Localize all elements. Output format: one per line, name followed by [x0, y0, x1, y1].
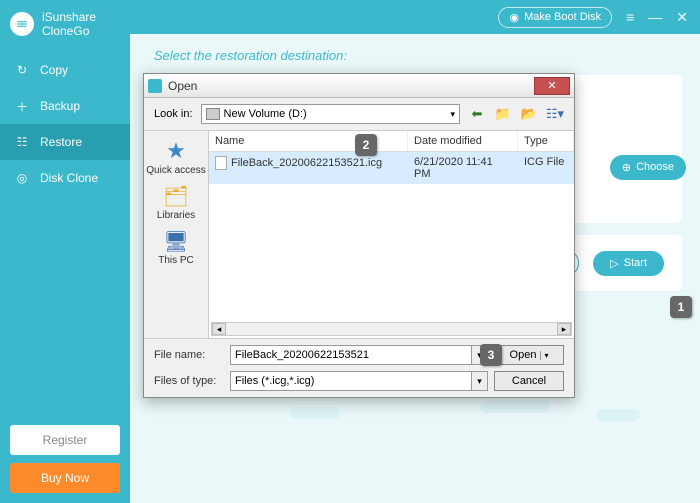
make-boot-disk-button[interactable]: ◉ Make Boot Disk [498, 7, 612, 28]
brand-text: iSunshareCloneGo [42, 10, 96, 38]
filetype-value [231, 372, 471, 390]
dialog-close-button[interactable]: ✕ [534, 77, 570, 95]
label: Make Boot Disk [524, 11, 601, 23]
file-row[interactable]: FileBack_20200622153521.icg 6/21/2020 11… [209, 152, 574, 184]
choose-button[interactable]: ⊕ Choose [610, 155, 686, 180]
subtitle: Select the restoration destination: [130, 34, 700, 71]
star-icon: ★ [162, 139, 190, 163]
menu-icon[interactable]: ≡ [626, 9, 634, 25]
file-date: 6/21/2020 11:41 PM [408, 152, 518, 184]
landscape-deco [260, 397, 700, 447]
newfolder-icon[interactable]: 📂 [520, 105, 538, 123]
cancel-button[interactable]: Cancel [494, 371, 564, 391]
nav-label: Disk Clone [40, 171, 98, 185]
open-dialog: Open ✕ Look in: New Volume (D:) ▾ ⬅ 📁 📂 … [143, 73, 575, 398]
disk-icon: ◉ [509, 11, 519, 24]
logo: iSunshareCloneGo [0, 0, 130, 52]
scroll-left-icon[interactable]: ◂ [212, 323, 226, 335]
places-bar: ★Quick access 🗂Libraries 🖥This PC [144, 131, 208, 338]
nav-backup[interactable]: ＋ Backup [0, 88, 130, 124]
place-thispc[interactable]: 🖥This PC [158, 229, 194, 266]
chevron-down-icon[interactable]: ▾ [540, 351, 548, 360]
lookin-label: Look in: [154, 108, 193, 120]
sidebar: iSunshareCloneGo ↻ Copy ＋ Backup ☷ Restore … [0, 0, 130, 503]
col-type: Type [518, 131, 574, 151]
label: Choose [636, 161, 674, 173]
nav-label: Backup [40, 99, 80, 113]
chevron-down-icon[interactable]: ▾ [471, 372, 487, 390]
nav-copy[interactable]: ↻ Copy [0, 52, 130, 88]
close-icon[interactable]: ✕ [676, 9, 688, 26]
scroll-right-icon[interactable]: ▸ [557, 323, 571, 335]
copy-icon: ↻ [14, 62, 30, 78]
step-badge-2: 2 [355, 134, 377, 156]
filename-input[interactable] [231, 346, 471, 364]
hscrollbar[interactable]: ◂▸ [211, 322, 572, 336]
logo-icon [10, 12, 34, 36]
dialog-body: ★Quick access 🗂Libraries 🖥This PC Name D… [144, 130, 574, 338]
nav-label: Restore [40, 135, 82, 149]
filename-combo[interactable]: ▾ [230, 345, 488, 365]
file-list: Name Date modified Type FileBack_2020062… [208, 131, 574, 338]
lookin-row: Look in: New Volume (D:) ▾ ⬅ 📁 📂 ☷▾ [144, 98, 574, 130]
filetype-combo[interactable]: ▾ [230, 371, 488, 391]
label: Start [624, 257, 647, 269]
file-type: ICG File [518, 152, 574, 184]
pc-icon: 🖥 [162, 229, 190, 253]
file-name: FileBack_20200622153521.icg [231, 157, 382, 169]
dialog-footer: File name: ▾ Open▾ Files of type: ▾ Canc… [144, 338, 574, 397]
buynow-button[interactable]: Buy Now [10, 463, 120, 493]
back-icon[interactable]: ⬅ [468, 105, 486, 123]
nav-restore[interactable]: ☷ Restore [0, 124, 130, 160]
filename-label: File name: [154, 349, 224, 361]
lookin-value: New Volume (D:) [224, 108, 447, 120]
dialog-titlebar[interactable]: Open ✕ [144, 74, 574, 98]
diskclone-icon: ◎ [14, 170, 30, 186]
open-button[interactable]: Open▾ [494, 345, 564, 365]
dialog-title: Open [168, 79, 528, 93]
step-badge-1: 1 [670, 296, 692, 318]
play-icon: ▷ [610, 257, 618, 270]
step-badge-3: 3 [480, 344, 502, 366]
backup-icon: ＋ [14, 98, 30, 114]
lookin-dropdown[interactable]: New Volume (D:) ▾ [201, 104, 460, 124]
register-button[interactable]: Register [10, 425, 120, 455]
chevron-down-icon: ▾ [450, 109, 455, 120]
plus-icon: ⊕ [622, 161, 631, 174]
place-quickaccess[interactable]: ★Quick access [146, 139, 205, 176]
dialog-app-icon [148, 79, 162, 93]
views-icon[interactable]: ☷▾ [546, 105, 564, 123]
up-icon[interactable]: 📁 [494, 105, 512, 123]
nav-diskclone[interactable]: ◎ Disk Clone [0, 160, 130, 196]
filetype-label: Files of type: [154, 375, 224, 387]
restore-icon: ☷ [14, 134, 30, 150]
topbar: ◉ Make Boot Disk ≡ — ✕ [130, 0, 700, 34]
file-icon [215, 156, 227, 170]
start-button[interactable]: ▷ Start [593, 251, 664, 276]
nav: ↻ Copy ＋ Backup ☷ Restore ◎ Disk Clone [0, 52, 130, 196]
place-libraries[interactable]: 🗂Libraries [157, 184, 195, 221]
col-name: Name [209, 131, 408, 151]
libraries-icon: 🗂 [162, 184, 190, 208]
drive-icon [206, 108, 220, 120]
col-date: Date modified [408, 131, 518, 151]
app-root: iSunshareCloneGo ↻ Copy ＋ Backup ☷ Restore … [0, 0, 700, 503]
nav-label: Copy [40, 63, 68, 77]
sidebar-bottom: Register Buy Now [10, 425, 120, 493]
file-headers[interactable]: Name Date modified Type [209, 131, 574, 152]
minimize-icon[interactable]: — [648, 9, 662, 25]
